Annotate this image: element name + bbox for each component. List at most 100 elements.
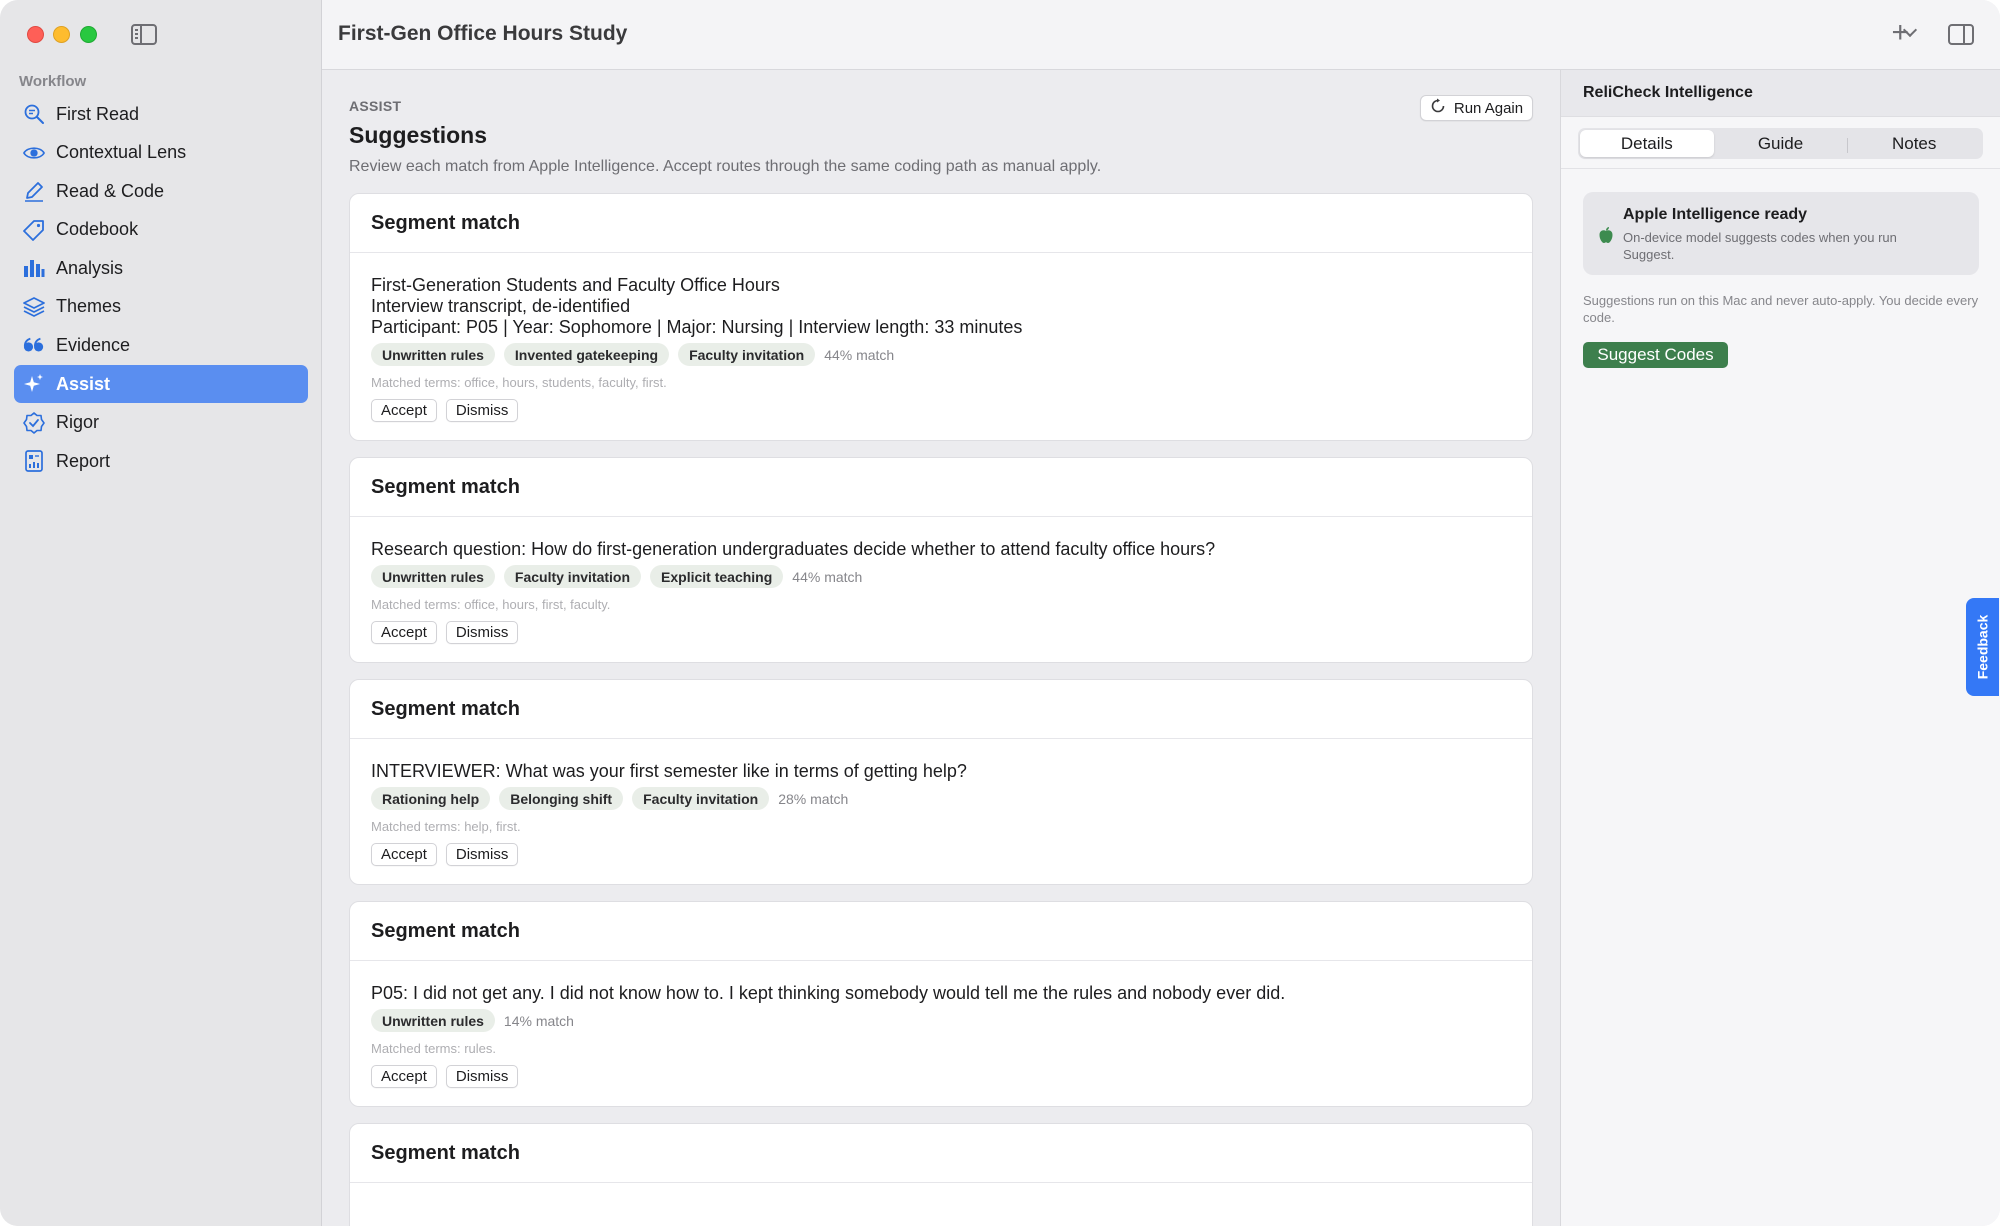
code-tags: Unwritten rules Invented gatekeeping Fac…	[371, 343, 1511, 366]
apple-icon	[1598, 226, 1614, 243]
page-subtitle: Review each match from Apple Intelligenc…	[349, 158, 1102, 175]
code-tag: Rationing help	[371, 787, 491, 810]
code-tags: Unwritten rules Faculty invitation Expli…	[371, 565, 1511, 588]
sidebar-item-assist[interactable]: Assist	[14, 365, 308, 404]
sidebar-item-rigor[interactable]: Rigor	[14, 404, 308, 442]
code-tag: Belonging shift	[499, 787, 624, 810]
window-title: First-Gen Office Hours Study	[338, 22, 628, 45]
segment-text: First-Generation Students and Faculty Of…	[371, 275, 780, 295]
sidebar-item-label: Contextual Lens	[56, 142, 187, 163]
document-chart-icon	[23, 450, 45, 473]
card-body: First-Generation Students and Faculty Of…	[350, 253, 1532, 440]
sidebar-item-evidence[interactable]: Evidence	[14, 327, 308, 365]
sidebar-nav: First Read Contextual Lens Read & Code C…	[14, 95, 308, 481]
inspector-toggle-icon[interactable]	[1948, 24, 1974, 45]
tab-notes[interactable]: Notes	[1847, 130, 1981, 157]
sidebar-item-report[interactable]: Report	[14, 442, 308, 480]
tag-icon	[23, 219, 45, 241]
sidebar-item-contextual-lens[interactable]: Contextual Lens	[14, 134, 308, 172]
toolbar: First-Gen Office Hours Study +	[322, 0, 2000, 70]
accept-button[interactable]: Accept	[371, 399, 437, 422]
dismiss-button[interactable]: Dismiss	[445, 1065, 519, 1088]
sidebar-item-first-read[interactable]: First Read	[14, 95, 308, 133]
card-body: P05: I did not get any. I did not know h…	[350, 961, 1532, 1106]
code-tag: Faculty invitation	[503, 565, 642, 588]
matched-terms: Matched terms: rules.	[371, 1041, 496, 1056]
match-percent: 44% match	[824, 346, 895, 363]
tab-details[interactable]: Details	[1580, 130, 1714, 157]
segment-text: INTERVIEWER: What was your first semeste…	[371, 761, 967, 781]
sidebar-item-analysis[interactable]: Analysis	[14, 249, 308, 287]
magnifier-text-icon	[23, 103, 45, 125]
code-tag: Unwritten rules	[371, 1009, 495, 1032]
suggestion-card: Segment match INTERVIEWER: What was your…	[349, 679, 1533, 885]
eye-icon	[23, 142, 45, 164]
run-again-button[interactable]: Run Again	[1420, 95, 1533, 121]
ai-status-description: On-device model suggests codes when you …	[1623, 230, 1897, 262]
dismiss-button[interactable]: Dismiss	[445, 621, 519, 644]
quote-icon	[23, 335, 45, 357]
dismiss-button[interactable]: Dismiss	[445, 399, 519, 422]
sidebar-item-label: Themes	[56, 296, 122, 317]
close-window-button[interactable]	[27, 26, 44, 43]
sidebar-toggle-icon[interactable]	[131, 24, 157, 45]
suggestion-list: Segment match First-Generation Students …	[349, 193, 1533, 1226]
code-tag: Invented gatekeeping	[503, 343, 670, 366]
card-header: Segment match	[350, 680, 1532, 739]
segment-text: Interview transcript, de-identified	[371, 296, 631, 316]
code-tag: Unwritten rules	[371, 565, 495, 588]
run-again-label: Run Again	[1453, 99, 1524, 117]
pencil-icon	[23, 180, 45, 202]
sidebar-item-codebook[interactable]: Codebook	[14, 211, 308, 249]
card-actions: Accept Dismiss	[371, 621, 1511, 644]
accept-button[interactable]: Accept	[371, 621, 437, 644]
suggestion-card: Segment match Research question: How do …	[349, 457, 1533, 663]
feedback-label: Feedback	[1974, 614, 1991, 680]
refresh-icon	[1430, 98, 1446, 119]
accept-button[interactable]: Accept	[371, 843, 437, 866]
inspector-panel: ReliCheck Intelligence Details Guide Not…	[1560, 70, 2000, 1226]
card-body: INTERVIEWER: What was your first semeste…	[350, 739, 1532, 884]
sidebar-item-label: Codebook	[56, 219, 139, 240]
dismiss-button[interactable]: Dismiss	[445, 843, 519, 866]
match-percent: 14% match	[503, 1012, 574, 1029]
code-tags: Rationing help Belonging shift Faculty i…	[371, 787, 1511, 810]
privacy-note: Suggestions run on this Mac and never au…	[1583, 293, 1979, 325]
sidebar-item-label: Rigor	[56, 412, 100, 433]
card-actions: Accept Dismiss	[371, 399, 1511, 422]
sidebar: Workflow First Read Contextual Lens Read…	[0, 0, 322, 1226]
match-percent: 28% match	[778, 790, 849, 807]
suggest-codes-button[interactable]: Suggest Codes	[1583, 342, 1728, 368]
feedback-tab[interactable]: Feedback	[1966, 598, 1999, 696]
section-kicker: ASSIST	[349, 98, 402, 114]
code-tag: Faculty invitation	[632, 787, 770, 810]
code-tag: Unwritten rules	[371, 343, 495, 366]
checkmark-seal-icon	[23, 411, 45, 434]
matched-terms: Matched terms: office, hours, first, fac…	[371, 597, 611, 612]
sidebar-item-label: Assist	[56, 373, 111, 394]
match-percent: 44% match	[792, 568, 863, 585]
card-body	[350, 1183, 1532, 1226]
segment-text: P05: I did not get any. I did not know h…	[371, 983, 1286, 1003]
sidebar-item-themes[interactable]: Themes	[14, 288, 308, 326]
sidebar-item-label: Report	[56, 450, 111, 471]
zoom-window-button[interactable]	[80, 26, 97, 43]
tab-guide[interactable]: Guide	[1714, 130, 1848, 157]
sidebar-section-label: Workflow	[19, 73, 87, 90]
card-header: Segment match	[350, 1124, 1532, 1183]
sidebar-item-label: Read & Code	[56, 180, 165, 201]
main-content: ASSIST Suggestions Review each match fro…	[322, 70, 1560, 1226]
ai-status-card: Apple Intelligence ready On-device model…	[1583, 192, 1979, 275]
card-header: Segment match	[350, 194, 1532, 253]
ai-status-title: Apple Intelligence ready	[1623, 206, 1808, 223]
code-tag: Explicit teaching	[650, 565, 784, 588]
divider	[1561, 168, 2000, 169]
layers-icon	[23, 296, 45, 318]
card-header: Segment match	[350, 458, 1532, 517]
app-window: Workflow First Read Contextual Lens Read…	[0, 0, 2000, 1226]
accept-button[interactable]: Accept	[371, 1065, 437, 1088]
matched-terms: Matched terms: help, first.	[371, 819, 521, 834]
segment-text: Research question: How do first-generati…	[371, 539, 1216, 559]
minimize-window-button[interactable]	[53, 26, 70, 43]
sidebar-item-read-and-code[interactable]: Read & Code	[14, 172, 308, 210]
